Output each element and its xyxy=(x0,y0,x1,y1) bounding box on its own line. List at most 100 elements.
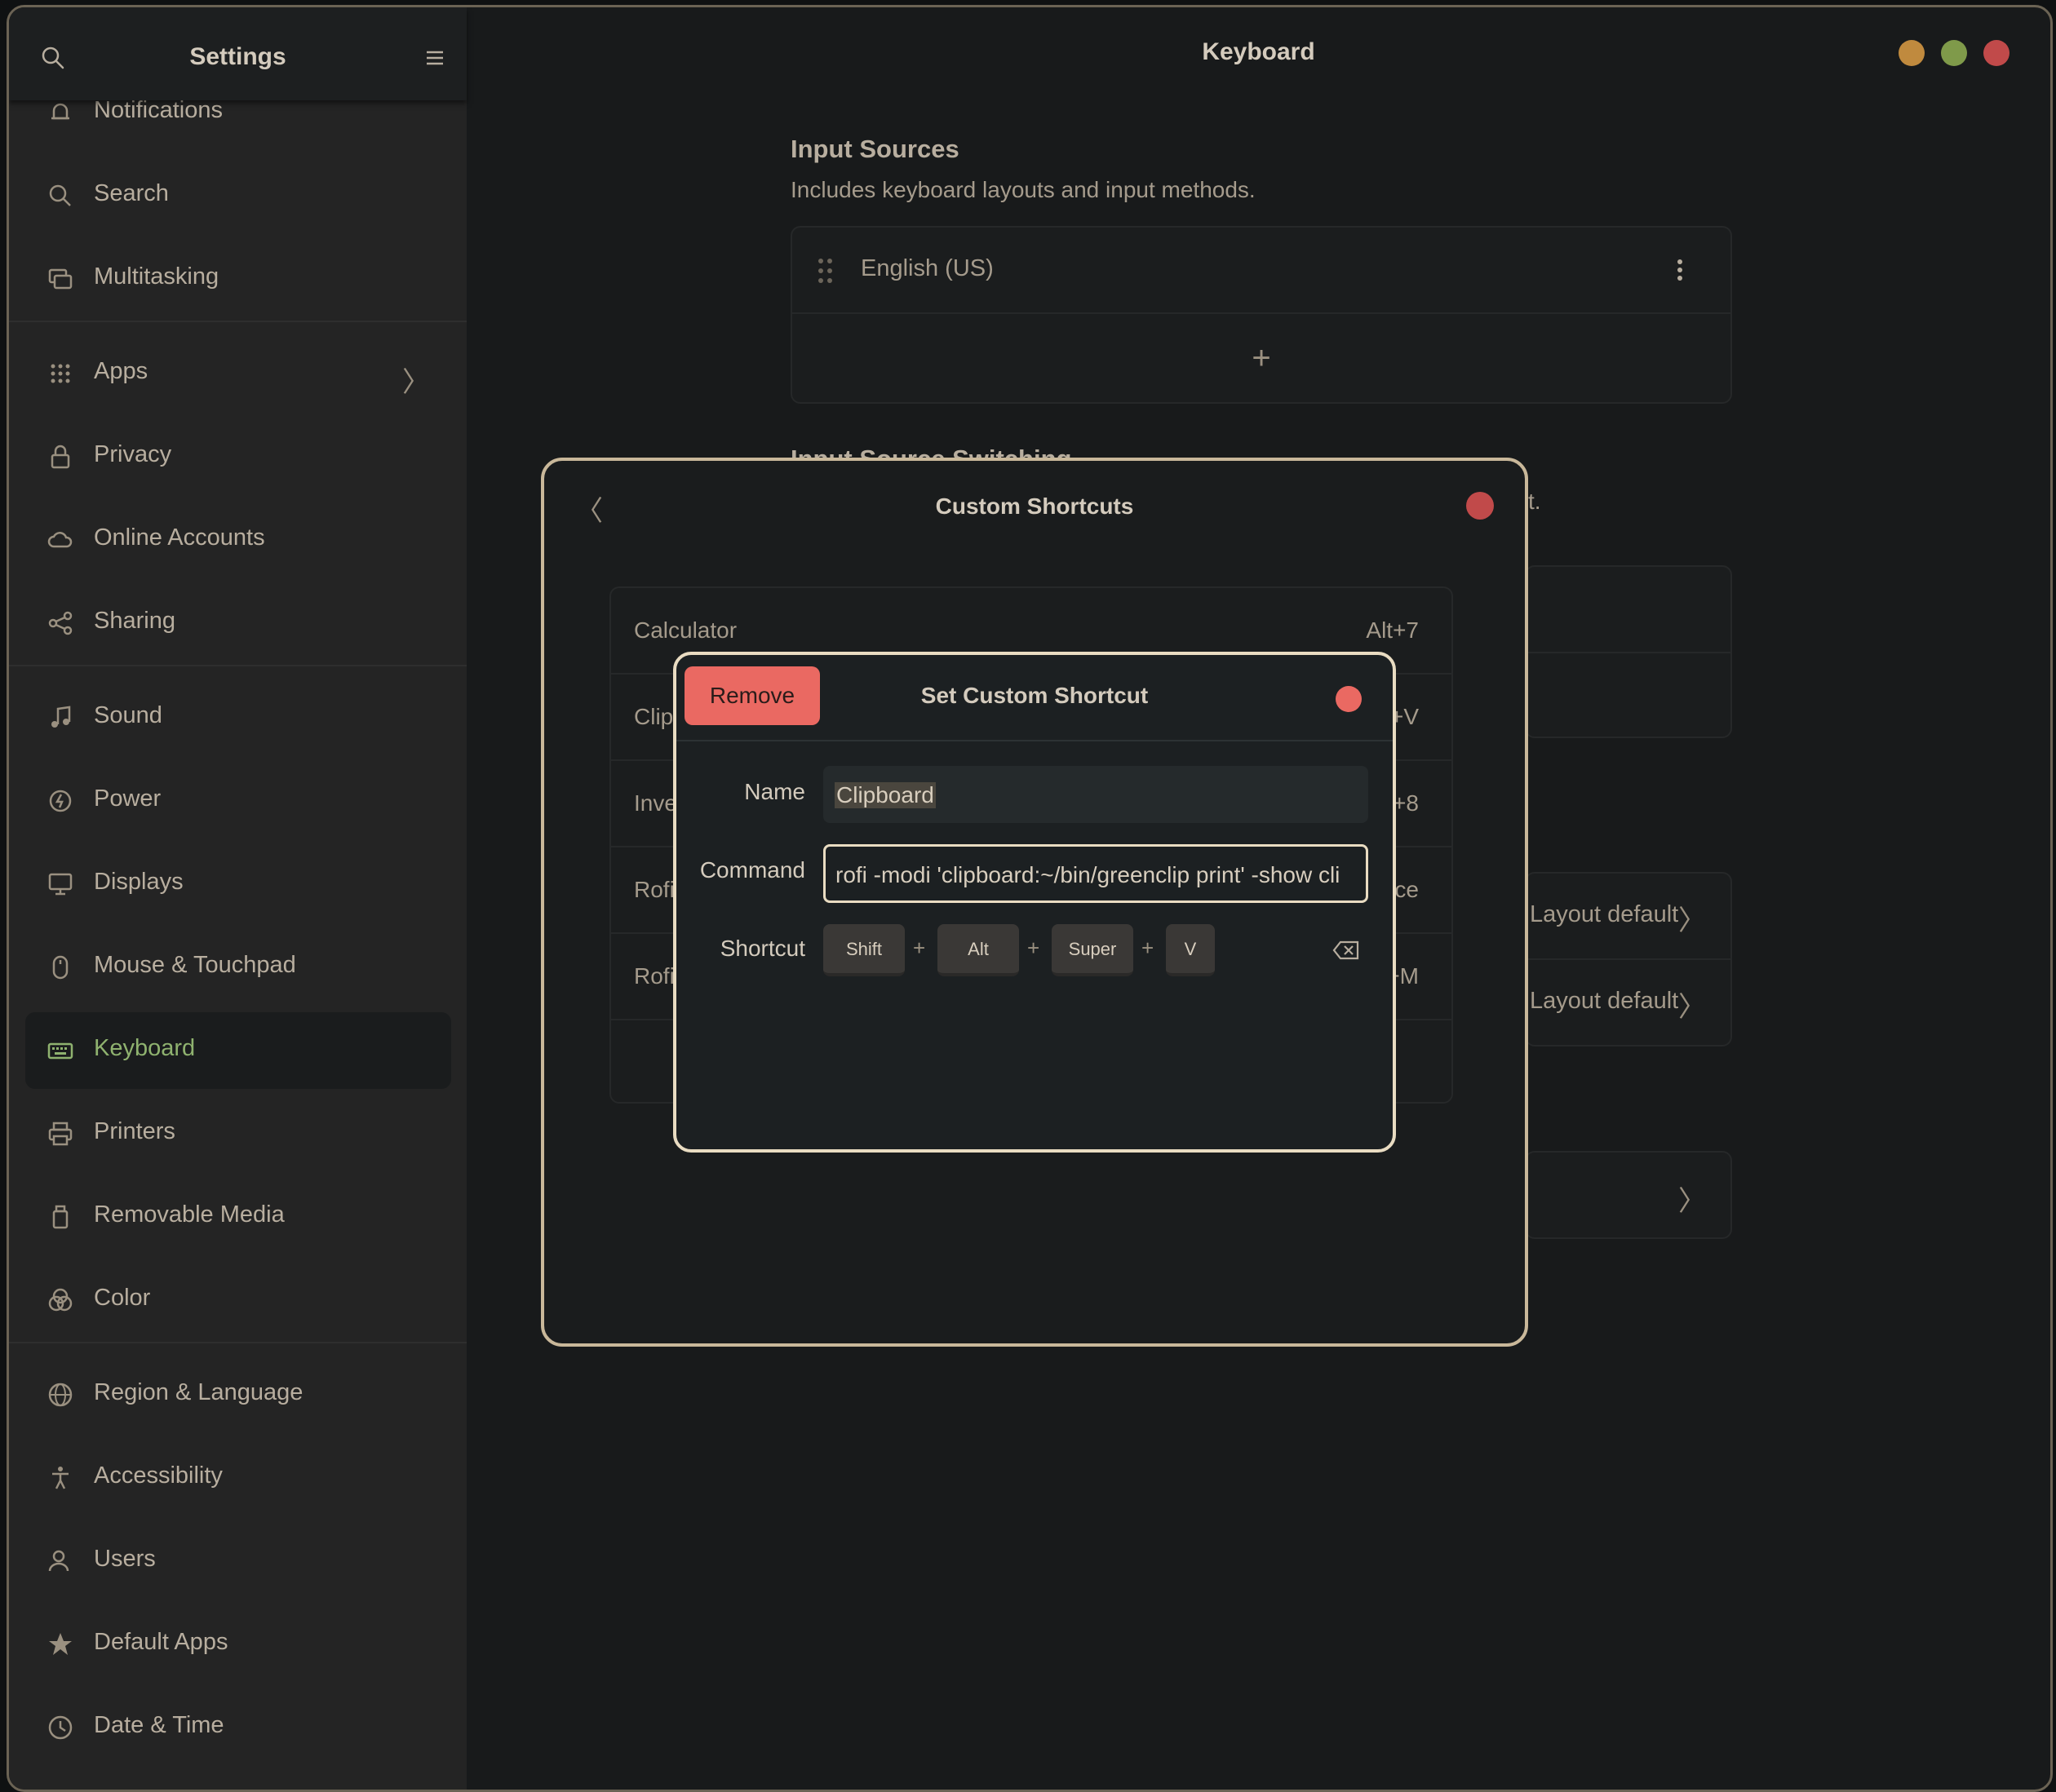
shortcut-keys: +8 xyxy=(1393,790,1419,816)
sidebar-item-label: Default Apps xyxy=(94,1629,228,1655)
shortcut-name: Rofi xyxy=(634,963,675,989)
input-source-label: English (US) xyxy=(861,255,994,281)
usb-drive-icon xyxy=(47,1203,74,1231)
accessibility-icon xyxy=(47,1464,74,1492)
dialog-title: Custom Shortcuts xyxy=(935,493,1134,519)
drag-handle-icon[interactable] xyxy=(817,257,835,289)
star-icon xyxy=(47,1630,74,1658)
sidebar-item-search[interactable]: Search xyxy=(25,157,451,234)
sidebar-item-printers[interactable]: Printers xyxy=(25,1095,451,1172)
shortcut-name: Calculator xyxy=(634,617,738,643)
plus-separator: + xyxy=(1141,936,1154,960)
sidebar-item-label: Removable Media xyxy=(94,1201,285,1228)
command-label: Command xyxy=(699,857,805,883)
sidebar-title: Settings xyxy=(189,43,286,70)
sidebar-item-label: Online Accounts xyxy=(94,524,265,551)
sidebar-item-sharing[interactable]: Sharing xyxy=(25,585,451,661)
printer-icon xyxy=(47,1120,74,1148)
clock-icon xyxy=(47,1714,74,1741)
sidebar-item-label: Users xyxy=(94,1546,156,1572)
sidebar-item-multitasking[interactable]: Multitasking xyxy=(25,241,451,317)
search-icon xyxy=(47,182,74,210)
sidebar-item-label: Privacy xyxy=(94,441,172,467)
alternate-chars-row[interactable]: Layout default 〉 xyxy=(1526,874,1730,960)
input-sources-list: English (US) + xyxy=(791,226,1732,404)
sidebar-item-keyboard[interactable]: Keyboard xyxy=(25,1012,451,1089)
apps-grid-icon xyxy=(47,360,74,387)
keyboard-shortcuts-card[interactable]: 〉 xyxy=(1525,1151,1732,1239)
dialog-close-button[interactable] xyxy=(1336,686,1362,712)
input-source-row[interactable]: English (US) xyxy=(792,228,1730,314)
sidebar-item-region-language[interactable]: Region & Language xyxy=(25,1356,451,1433)
key-shift: Shift xyxy=(823,924,905,976)
sidebar-item-label: Apps xyxy=(94,358,148,384)
lock-icon xyxy=(47,443,74,471)
settings-window: Settings Notifications Search Multitaski… xyxy=(7,5,2053,1792)
special-keys-card: Layout default 〉 Layout default 〉 xyxy=(1525,872,1732,1046)
sidebar-header: Settings xyxy=(9,7,467,100)
set-custom-shortcut-dialog: Remove Set Custom Shortcut Name Clipboar… xyxy=(673,652,1396,1153)
compose-key-row[interactable]: Layout default 〉 xyxy=(1526,960,1730,1046)
divider xyxy=(1526,652,1730,653)
bell-icon xyxy=(47,99,74,126)
add-input-source-button[interactable]: + xyxy=(792,314,1730,404)
plus-separator: + xyxy=(1027,936,1040,960)
music-note-icon xyxy=(47,704,74,732)
sidebar-item-removable-media[interactable]: Removable Media xyxy=(25,1179,451,1255)
sidebar-item-label: Search xyxy=(94,180,169,206)
command-field-value: rofi -modi 'clipboard:~/bin/greenclip pr… xyxy=(835,862,1340,887)
sidebar-item-displays[interactable]: Displays xyxy=(25,846,451,923)
shortcut-keys[interactable]: Shift + Alt + Super + V xyxy=(823,924,1368,981)
shortcut-label: Shortcut xyxy=(720,936,805,961)
command-field[interactable]: rofi -modi 'clipboard:~/bin/greenclip pr… xyxy=(823,844,1368,903)
multitasking-icon xyxy=(47,265,74,293)
chevron-right-icon: 〉 xyxy=(1678,1186,1706,1217)
sidebar-item-date-time[interactable]: Date & Time xyxy=(25,1689,451,1766)
switching-card xyxy=(1525,565,1732,738)
sidebar-item-label: Power xyxy=(94,785,162,812)
close-button[interactable] xyxy=(1983,40,2009,66)
sidebar-item-label: Displays xyxy=(94,869,184,895)
cloud-icon xyxy=(47,526,74,554)
sidebar-item-default-apps[interactable]: Default Apps xyxy=(25,1606,451,1683)
sidebar-item-mouse-touchpad[interactable]: Mouse & Touchpad xyxy=(25,929,451,1006)
key-alt: Alt xyxy=(937,924,1019,976)
name-label: Name xyxy=(744,779,805,804)
power-icon xyxy=(47,787,74,815)
user-icon xyxy=(47,1547,74,1575)
shortcut-name: Inve xyxy=(634,790,677,816)
input-sources-title: Input Sources xyxy=(791,135,959,163)
more-options-icon[interactable] xyxy=(1677,257,1683,287)
maximize-button[interactable] xyxy=(1941,40,1967,66)
sidebar-item-label: Sound xyxy=(94,702,162,728)
color-icon xyxy=(47,1286,74,1314)
sidebar-item-accessibility[interactable]: Accessibility xyxy=(25,1440,451,1516)
sidebar-item-power[interactable]: Power xyxy=(25,763,451,839)
sidebar-item-label: Printers xyxy=(94,1118,175,1144)
sidebar-item-label: Notifications xyxy=(94,97,223,123)
sidebar-item-sound[interactable]: Sound xyxy=(25,679,451,756)
header-divider xyxy=(676,740,1393,741)
dialog-close-button[interactable] xyxy=(1466,492,1494,520)
switching-subtitle-fragment: t. xyxy=(1528,489,1541,514)
sidebar-item-online-accounts[interactable]: Online Accounts xyxy=(25,502,451,578)
key-v: V xyxy=(1166,924,1215,976)
sidebar: Settings Notifications Search Multitaski… xyxy=(9,7,467,1790)
sidebar-item-label: Sharing xyxy=(94,608,175,634)
sidebar-item-privacy[interactable]: Privacy xyxy=(25,418,451,495)
sidebar-item-label: Multitasking xyxy=(94,263,219,290)
hamburger-menu-icon[interactable] xyxy=(422,45,448,71)
name-field[interactable]: Clipboard xyxy=(823,766,1368,823)
sidebar-item-label: Keyboard xyxy=(94,1035,196,1061)
minimize-button[interactable] xyxy=(1899,40,1925,66)
page-title: Keyboard xyxy=(1202,38,1315,65)
mouse-icon xyxy=(47,954,74,981)
shortcut-name: Rofi xyxy=(634,877,675,902)
layout-default-value: Layout default xyxy=(1530,988,1679,1014)
sidebar-item-users[interactable]: Users xyxy=(25,1523,451,1600)
sidebar-item-color[interactable]: Color xyxy=(25,1262,451,1338)
backspace-clear-icon[interactable] xyxy=(1332,940,1360,964)
sidebar-item-apps[interactable]: Apps 〉 xyxy=(25,335,451,412)
plus-separator: + xyxy=(913,936,926,960)
name-field-value: Clipboard xyxy=(835,782,936,808)
